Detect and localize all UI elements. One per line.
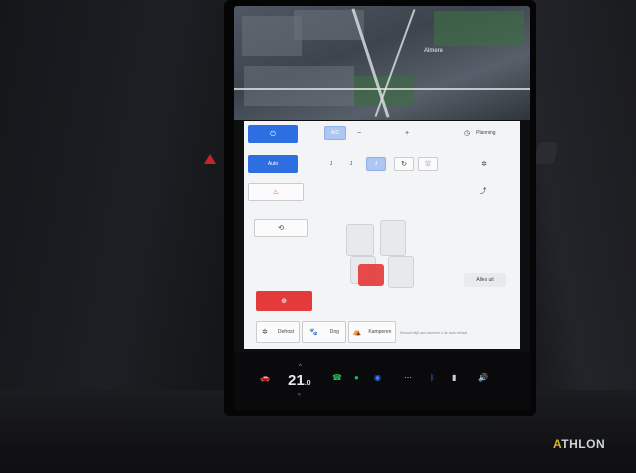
auto-button[interactable]: Auto (248, 155, 298, 173)
heat-icon: ⊕ (281, 297, 287, 305)
airflow-direction-button[interactable]: ⤴ (458, 183, 508, 199)
ac-button[interactable]: A/C (324, 126, 346, 140)
heated-steering-button[interactable]: ⊕ (256, 291, 312, 311)
fan-decrease-button[interactable]: − (352, 126, 366, 140)
seat-rear-center-heated[interactable] (358, 264, 384, 286)
apps-icon[interactable]: ⋯ (404, 373, 412, 382)
hazard-icon (204, 154, 216, 164)
steering-heat-icon: ♨ (272, 188, 280, 196)
navigation-map[interactable]: Almere (234, 6, 530, 120)
all-seats-off-button[interactable]: Alles uit (464, 273, 506, 287)
fan-button[interactable]: ✲ (464, 157, 504, 171)
athlon-logo: ATHLON (553, 437, 606, 451)
climate-note: Klimaat blijft aan wanneer u de auto ver… (400, 331, 468, 335)
airflow-face-button[interactable]: J (324, 157, 338, 171)
recirculation-button[interactable]: ↻ (394, 157, 414, 171)
climate-power-button[interactable]: ⏻ (248, 125, 298, 143)
airflow-windshield-button[interactable]: J (366, 157, 386, 171)
seat-front-right[interactable] (380, 220, 406, 256)
climate-panel: ⏻ A/C − + ◷ Planning Auto J J J ↻ ⛆ ✲ ♨ … (244, 121, 520, 349)
max-defrost-button[interactable]: ⟲ (254, 219, 308, 237)
bluetooth-icon[interactable]: ᛒ (430, 373, 435, 382)
recirculation-icon: ↻ (401, 160, 407, 168)
temp-up-icon[interactable]: ^ (299, 364, 302, 370)
touchscreen: Almere ⏻ A/C − + ◷ Planning Auto J J J ↻… (234, 6, 530, 410)
seat-front-left[interactable] (346, 224, 374, 256)
seat-rear-right[interactable] (388, 256, 414, 288)
steering-icon: ⟲ (278, 224, 284, 232)
battery-icon[interactable]: ▮ (452, 373, 456, 382)
scheduled-preconditioning-button[interactable]: ◷ Planning (464, 126, 516, 140)
airflow-feet-button[interactable]: J (344, 157, 358, 171)
mode-camp-button[interactable]: ⛺ Kamperen (348, 321, 396, 343)
mode-defrost-button[interactable]: ✲ Defrost (256, 321, 300, 343)
mode-dog-button[interactable]: 🐾 Dog (302, 321, 346, 343)
clock-icon: ◷ (464, 129, 471, 137)
seat-heater-diagram[interactable] (336, 216, 426, 298)
airflow-icon: ⤴ (479, 187, 487, 195)
status-bar: 🚗 ^ 21.0 ≈ ☎ ● ◉ ⋯ ᛒ ▮ 🔊 (234, 352, 530, 410)
car-icon[interactable]: 🚗 (260, 373, 270, 382)
navigation-icon[interactable]: ◉ (374, 373, 381, 382)
phone-icon[interactable]: ☎ (332, 373, 342, 382)
defrost-icon: ⛆ (425, 160, 431, 168)
steering-wheel-heat-button[interactable]: ♨ (248, 183, 304, 201)
fan-icon: ✲ (481, 160, 487, 168)
paw-icon: 🐾 (309, 328, 318, 336)
defrost-mode-icon: ✲ (262, 328, 268, 336)
cabin-temperature[interactable]: 21.0 (288, 372, 311, 389)
volume-icon[interactable]: 🔊 (478, 373, 488, 382)
tent-icon: ⛺ (352, 328, 362, 336)
power-icon: ⏻ (270, 130, 276, 138)
fan-increase-button[interactable]: + (400, 126, 414, 140)
spotify-icon[interactable]: ● (354, 373, 359, 382)
rear-defrost-button[interactable]: ⛆ (418, 157, 438, 171)
map-city-label: Almere (424, 48, 444, 54)
seat-heat-icon[interactable]: ≈ (298, 392, 301, 398)
